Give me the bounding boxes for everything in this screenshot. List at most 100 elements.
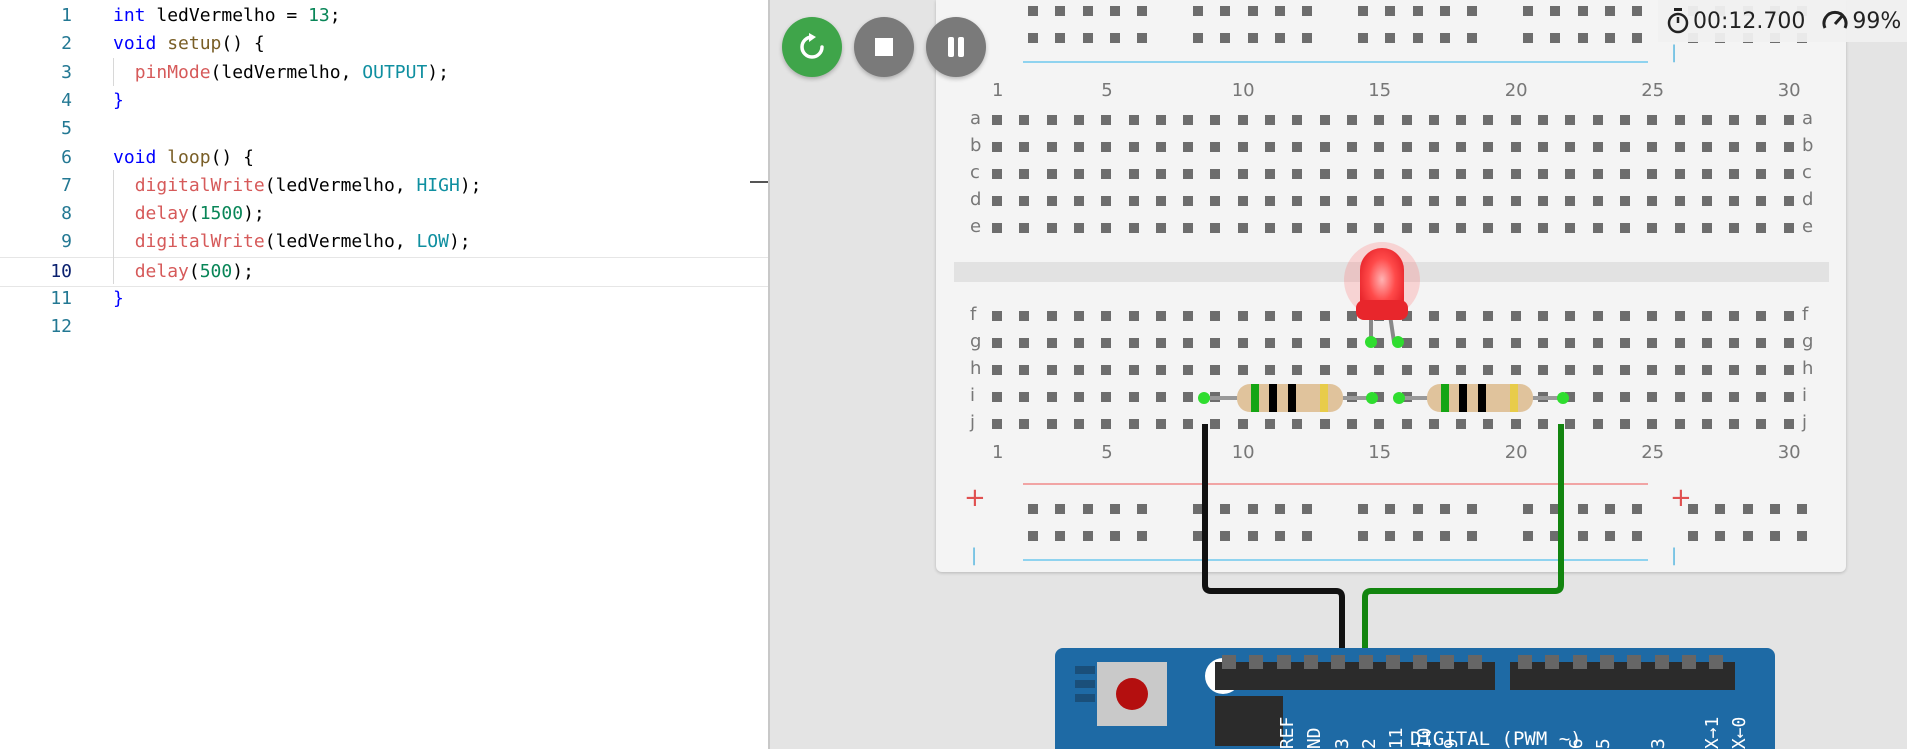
code-token: digitalWrite <box>134 174 265 196</box>
header-pin[interactable] <box>1654 655 1669 669</box>
line-number: 7 <box>61 174 72 196</box>
line-code: delay(500); <box>113 258 254 286</box>
code-editor[interactable]: 1 int ledVermelho = 13; 2 void setup () { 3 p… <box>0 0 770 749</box>
header-pin[interactable] <box>1599 655 1614 669</box>
pin-label: ~5 <box>1593 738 1614 749</box>
pin-label: ~3 <box>1648 738 1669 749</box>
line-code: int ledVermelho = 13; <box>113 2 341 30</box>
icsp-header <box>1215 696 1283 746</box>
line-number: 1 <box>61 5 72 26</box>
header-pin[interactable] <box>1276 655 1291 669</box>
header-pin[interactable] <box>1331 655 1346 669</box>
code-token: void <box>113 33 157 55</box>
led-red[interactable] <box>1344 242 1420 348</box>
pin-label: 12 <box>1359 738 1380 749</box>
pin-label: ~11 <box>1386 727 1407 749</box>
header-pin[interactable] <box>1358 655 1373 669</box>
code-token: delay <box>134 260 189 282</box>
header-pin[interactable] <box>1413 655 1428 669</box>
code-token: ); <box>448 231 471 253</box>
reset-button[interactable] <box>1097 662 1167 726</box>
code-line[interactable]: 1 int ledVermelho = 13; <box>0 2 770 30</box>
code-token: } <box>113 288 124 309</box>
header-pin[interactable] <box>1385 655 1400 669</box>
code-token: int <box>113 5 146 26</box>
line-number: 6 <box>61 146 72 168</box>
wire-green[interactable] <box>1362 424 1564 672</box>
line-code: delay(1500); <box>113 200 265 228</box>
reset-button-cap <box>1116 678 1148 710</box>
pin-label: TX→1 <box>1702 716 1723 749</box>
line-code: } <box>113 285 124 313</box>
stop-icon <box>875 38 893 56</box>
header-pin[interactable] <box>1518 655 1532 669</box>
code-line[interactable]: 4} <box>0 87 770 115</box>
resistor-1[interactable] <box>1198 384 1378 412</box>
code-token: ); <box>427 61 449 83</box>
code-token: ledVermelho = <box>145 5 309 26</box>
code-token: delay <box>134 203 189 225</box>
header-pin[interactable] <box>1572 655 1587 669</box>
code-line[interactable]: 8 delay(1500); <box>0 200 770 228</box>
wire-black[interactable] <box>1202 424 1345 672</box>
code-token: setup <box>167 33 222 55</box>
line-number: 11 <box>50 288 72 309</box>
code-token: 13 <box>308 5 330 26</box>
code-token: 500 <box>199 260 233 282</box>
indent-guide <box>113 58 114 86</box>
code-line[interactable]: 12 <box>0 313 770 341</box>
code-line[interactable]: 10 delay(500); <box>0 256 770 287</box>
header-pin[interactable] <box>1681 655 1696 669</box>
header-pin[interactable] <box>1249 655 1264 669</box>
simulator-canvas[interactable]: | 1 5 10 15 20 25 30 1 5 10 15 20 25 30 aabbccddeeff… <box>770 0 1907 749</box>
line-number: 2 <box>61 33 72 55</box>
resistor-2[interactable] <box>1393 384 1569 412</box>
line-number: 10 <box>50 260 72 282</box>
code-line[interactable]: 3 pinMode(ledVermelho, OUTPUT); <box>0 59 770 87</box>
code-token: ; <box>329 5 341 26</box>
header-pin[interactable] <box>1627 655 1642 669</box>
code-token: pinMode <box>134 61 211 83</box>
header-pin[interactable] <box>1440 655 1455 669</box>
code-line[interactable]: 7 digitalWrite(ledVermelho, HIGH); <box>0 172 770 200</box>
code-line[interactable]: 5 <box>0 115 770 143</box>
code-line[interactable]: 9 digitalWrite(ledVermelho, LOW); <box>0 228 770 256</box>
line-code: digitalWrite(ledVermelho, HIGH); <box>113 172 482 200</box>
code-line[interactable]: 6 void loop() { <box>0 144 770 172</box>
header-pin[interactable] <box>1222 655 1236 669</box>
line-code: } <box>113 87 124 115</box>
pause-button[interactable] <box>926 17 986 77</box>
timer-value: 00:12.700 <box>1693 8 1806 34</box>
code-line[interactable]: 2 void setup() { <box>0 30 770 58</box>
arduino-board[interactable]: AREFGND1312~11~10~987~6~54~32TX→1RX←0 DI… <box>1055 648 1775 749</box>
line-number: 4 <box>61 89 72 111</box>
pin-label: 13 <box>1332 738 1353 749</box>
usb-connector <box>1075 666 1095 674</box>
line-number: 3 <box>61 61 72 83</box>
code-line[interactable]: 11} <box>0 285 770 313</box>
speed-value: 99% <box>1852 8 1902 34</box>
timer-stat: 00:12.700 <box>1666 8 1805 34</box>
header-pin[interactable] <box>1545 655 1560 669</box>
code-token: HIGH <box>416 174 460 196</box>
code-token: void <box>113 146 157 168</box>
header-pin[interactable] <box>1303 655 1318 669</box>
pause-icon <box>948 37 964 57</box>
code-token: ( <box>188 203 200 225</box>
speed-stat: 99% <box>1821 8 1901 34</box>
scroll-marker <box>750 181 770 183</box>
simulation-status: 00:12.700 99% <box>1658 0 1907 42</box>
restart-button[interactable] <box>782 17 842 77</box>
code-token: () { <box>210 146 254 168</box>
header-pin[interactable] <box>1709 655 1724 669</box>
digital-label: DIGITAL (PWM ~) <box>1410 728 1582 749</box>
stop-button[interactable] <box>854 17 914 77</box>
code-token: (ledVermelho, <box>264 174 417 196</box>
header-pin[interactable] <box>1467 655 1482 669</box>
pin-label: AREF <box>1277 716 1298 749</box>
